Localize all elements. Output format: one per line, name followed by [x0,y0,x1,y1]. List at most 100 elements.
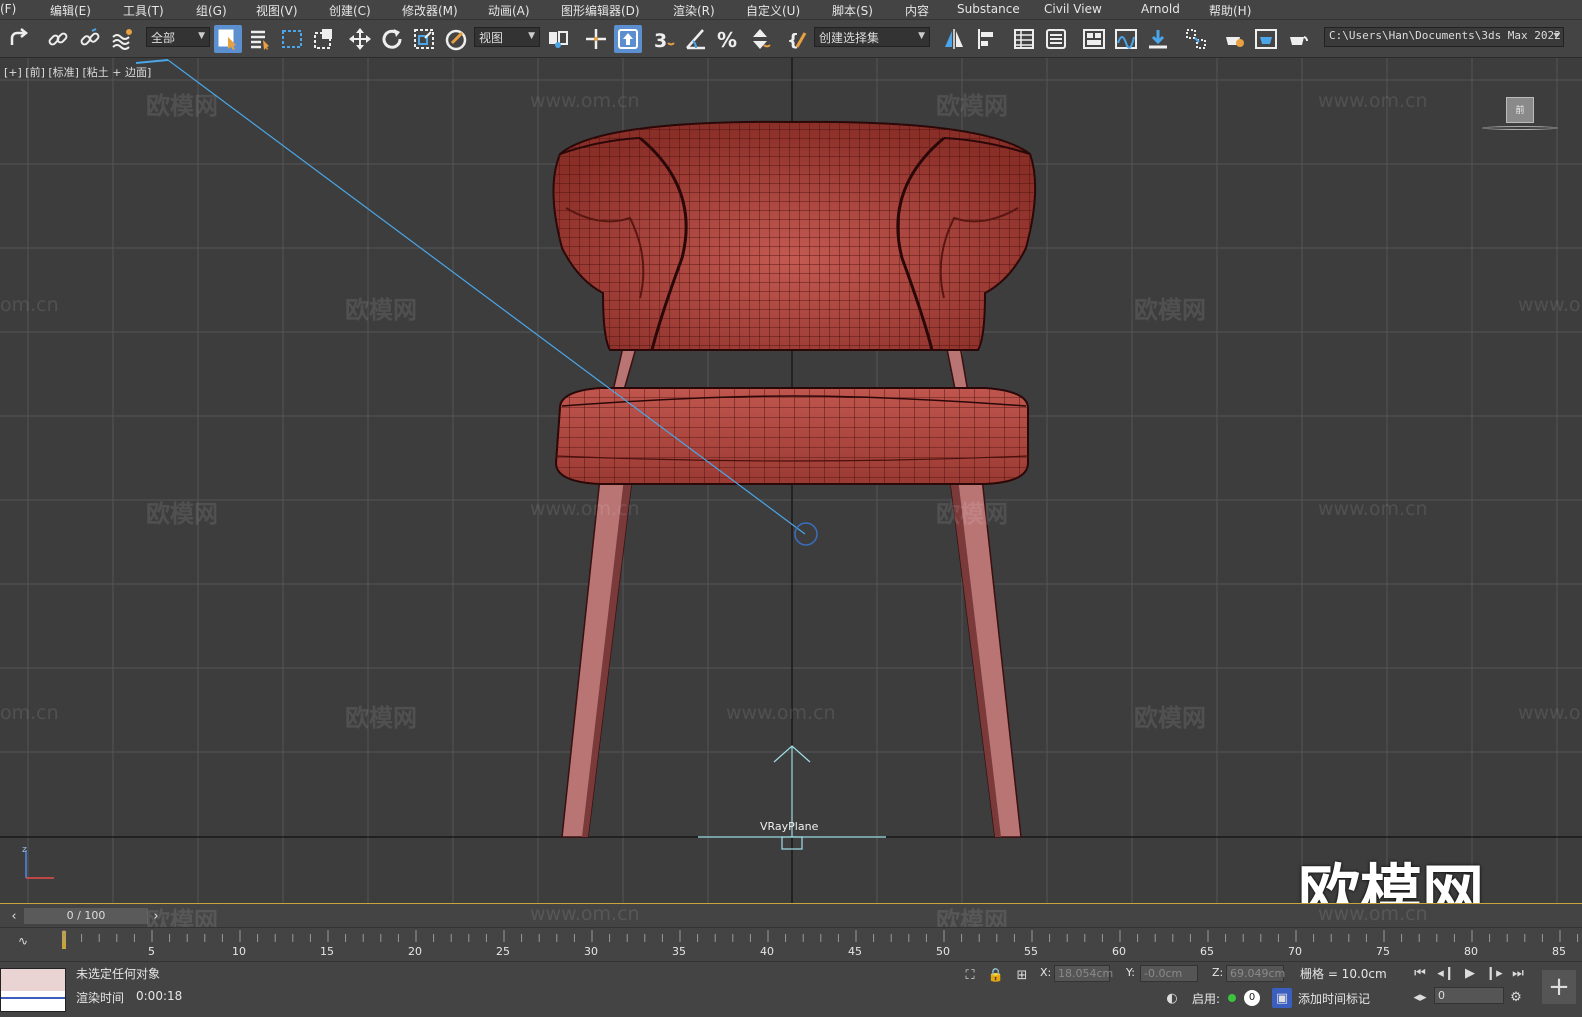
watermark-cn: 欧模网 [1134,296,1206,324]
menu-file[interactable]: (F) [0,2,16,16]
tick-label: 5 [148,945,155,958]
placement-icon[interactable] [442,25,470,53]
svg-text:{: { [787,31,799,51]
vrayplane-label: VRayPlane [760,820,819,833]
watermark-url: www.om.cn [1318,498,1428,520]
toggle-ribbon-icon[interactable] [1080,25,1108,53]
redo-icon[interactable] [4,25,32,53]
vrayplane-object [698,745,886,850]
unlink-icon[interactable] [76,25,104,53]
previous-frame-icon[interactable]: ◂❙ [1436,963,1456,983]
material-editor-icon[interactable] [1182,25,1210,53]
viewport-label-menu[interactable]: [+] [前] [标准] [粘土 + 边面] [4,64,151,80]
angle-snap-icon[interactable] [682,25,710,53]
track-bar[interactable]: ∿ 5 10 15 20 25 30 35 40 45 50 55 60 65 … [0,927,1582,961]
curve-editor-icon[interactable] [1112,25,1140,53]
align-icon[interactable] [972,25,1000,53]
menu-help[interactable]: 帮助(H) [1209,2,1251,19]
schematic-view-icon[interactable] [1144,25,1172,53]
z-coord-label: Z: [1212,966,1224,979]
reference-coordinate-dropdown[interactable]: 视图 ▼ [474,27,540,47]
mirror-icon[interactable] [940,25,968,53]
render-production-icon[interactable] [1284,25,1312,53]
select-scale-icon[interactable] [410,25,438,53]
spinner-snap-icon[interactable] [746,25,774,53]
enabled-count-badge: 0 [1244,990,1260,1006]
menu-rendering[interactable]: 渲染(R) [673,2,715,19]
x-coord-field[interactable]: 18.054cm [1054,965,1113,982]
watermark-url: www.om.cn [530,903,640,925]
window-crossing-icon[interactable] [310,25,338,53]
next-frame-icon[interactable]: ❙▸ [1484,963,1504,983]
keyboard-shortcut-override-icon[interactable] [614,25,642,53]
select-manipulate-icon[interactable] [582,25,610,53]
scene-explorer-icon[interactable] [1010,25,1038,53]
tick-label: 20 [408,945,422,958]
menu-graph-editors[interactable]: 图形编辑器(D) [561,2,640,19]
menu-create[interactable]: 创建(C) [329,2,371,19]
select-by-name-icon[interactable] [246,25,274,53]
front-viewport[interactable]: z 欧模网 www.om.cn 欧模网 www.om.cn om.cn 欧模网 … [0,58,1582,904]
y-coord-field[interactable]: -0.0cm [1140,965,1198,982]
current-frame-field[interactable]: 0 [1434,987,1504,1004]
menu-animation[interactable]: 动画(A) [488,2,530,19]
selection-filter-dropdown[interactable]: 全部 ▼ [146,27,210,47]
select-object-icon[interactable] [214,25,242,53]
rectangular-selection-icon[interactable] [278,25,306,53]
viewport-canvas: z [0,58,1582,903]
menu-arnold[interactable]: Arnold [1141,2,1180,16]
menu-edit[interactable]: 编辑(E) [50,2,91,19]
layer-explorer-icon[interactable] [1042,25,1070,53]
adaptive-degradation-icon[interactable]: ◐ [1162,988,1182,1008]
watermark-cn: 欧模网 [345,704,417,732]
time-slider-thumb[interactable]: 0 / 100 [24,908,148,924]
named-selection-set-dropdown[interactable]: 创建选择集 ▼ [814,27,930,47]
tick-label: 50 [936,945,950,958]
tick-label: 80 [1464,945,1478,958]
tick-label: 25 [496,945,510,958]
maxscript-listener-mini[interactable] [0,968,66,1012]
time-slider[interactable]: ‹ 0 / 100 › 欧模网 www.om.cn 欧模网 www.om.cn [0,903,1582,935]
add-time-tag[interactable]: 添加时间标记 [1298,990,1370,1007]
prev-frame-arrow-icon[interactable]: ‹ [4,906,24,926]
viewcube[interactable]: 前 [1482,94,1558,134]
menu-substance[interactable]: Substance [957,2,1020,16]
menu-views[interactable]: 视图(V) [256,2,298,19]
menu-group[interactable]: 组(G) [196,2,227,19]
isolate-selection-icon[interactable]: ⛶ [960,965,980,985]
svg-text:z: z [22,845,27,855]
menu-content[interactable]: 内容 [905,2,929,19]
play-icon[interactable]: ▶ [1460,963,1480,983]
go-to-start-icon[interactable]: ⏮ [1410,963,1430,983]
menu-tools[interactable]: 工具(T) [123,2,164,19]
viewcube-front-face[interactable]: 前 [1506,97,1534,123]
menu-customize[interactable]: 自定义(U) [746,2,800,19]
bind-space-warp-icon[interactable] [108,25,136,53]
pivot-center-icon[interactable] [544,25,572,53]
key-mode-toggle-icon[interactable]: ◂▸ [1410,987,1430,1007]
absolute-mode-icon[interactable]: ⊞ [1012,965,1032,985]
render-time-value: 0:00:18 [136,989,183,1003]
add-viewport-plus-icon[interactable]: + [1542,970,1576,1004]
snaps-toggle-icon[interactable]: 3 [650,25,678,53]
time-tag-icon[interactable]: ▣ [1272,988,1292,1008]
z-coord-field[interactable]: 69.049cm [1226,965,1285,982]
go-to-end-icon[interactable]: ⏭ [1508,963,1528,983]
menu-civil-view[interactable]: Civil View [1044,2,1102,16]
viewcube-ring[interactable] [1482,126,1558,130]
edit-named-selection-icon[interactable]: { [784,25,812,53]
watermark-url: www.om.cn [530,498,640,520]
tick-label: 10 [232,945,246,958]
rendered-frame-window-icon[interactable] [1252,25,1280,53]
menu-scripting[interactable]: 脚本(S) [832,2,873,19]
lock-selection-icon[interactable]: 🔒 [986,965,1006,985]
link-icon[interactable] [44,25,72,53]
select-move-icon[interactable] [346,25,374,53]
render-setup-icon[interactable] [1220,25,1248,53]
menu-modifiers[interactable]: 修改器(M) [402,2,458,19]
time-configuration-icon[interactable]: ⚙ [1506,987,1526,1007]
percent-snap-icon[interactable]: % [714,25,742,53]
tick-label: 40 [760,945,774,958]
project-folder-dropdown[interactable]: C:\Users\Han\Documents\3ds Max 2022 ▼ [1324,27,1564,47]
select-rotate-icon[interactable] [378,25,406,53]
